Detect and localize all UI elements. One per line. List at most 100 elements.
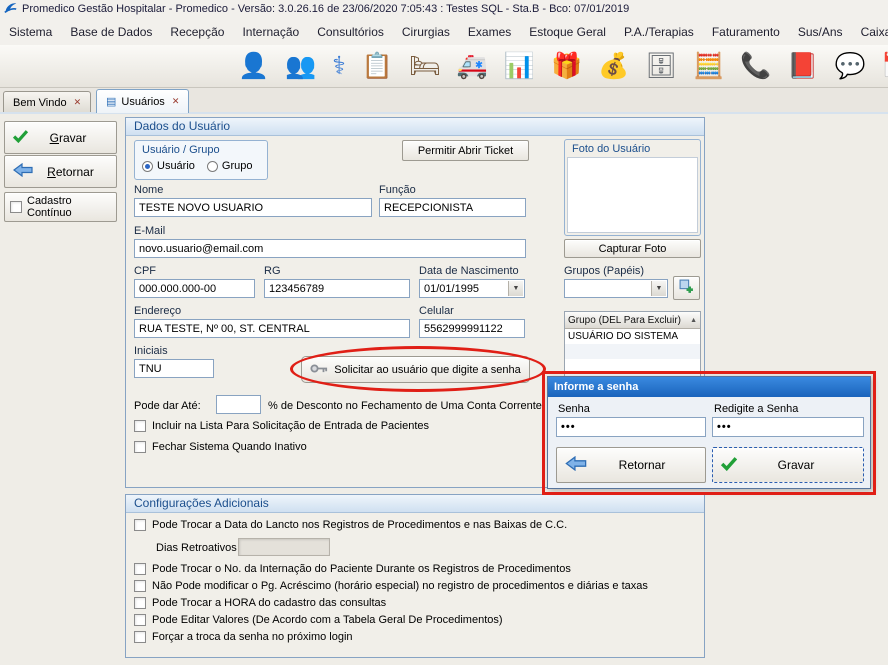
patients-icon[interactable]: 👤 [238, 54, 269, 79]
radio-usuario[interactable] [142, 161, 153, 172]
tab-usuarios[interactable]: ▤ Usuários ✕ [96, 89, 189, 113]
menu-item-consultorios[interactable]: Consultórios [308, 20, 393, 44]
grupo-list-header[interactable]: Grupo (DEL Para Excluir) ▲ [565, 312, 700, 329]
tab-close-icon[interactable]: ✕ [172, 96, 180, 107]
endereco-input[interactable]: RUA TESTE, Nº 00, ST. CENTRAL [134, 319, 410, 338]
check-incluir-lista[interactable]: Incluir na Lista Para Solicitação de Ent… [134, 420, 429, 432]
checkbox-icon[interactable] [134, 563, 146, 575]
iniciais-input[interactable]: TNU [134, 359, 214, 378]
menu-item-recepcao[interactable]: Recepção [161, 20, 233, 44]
senha-input[interactable]: ••• [556, 417, 706, 437]
menu-item-base-de-dados[interactable]: Base de Dados [61, 20, 161, 44]
menu-item-caixa[interactable]: Caixa [852, 20, 888, 44]
permitir-abrir-ticket-button[interactable]: Permitir Abrir Ticket [402, 140, 529, 161]
endereco-label: Endereço [134, 305, 181, 317]
checkbox-icon[interactable] [10, 201, 22, 213]
dialog-retornar-button[interactable]: Retornar [556, 447, 706, 483]
phone-icon[interactable]: 📞 [740, 54, 771, 79]
iniciais-label: Iniciais [134, 345, 168, 357]
cadastro-continuo-label: Cadastro Contínuo [27, 195, 111, 219]
grupo-list-empty-row [565, 344, 700, 359]
checkbox-icon[interactable] [134, 420, 146, 432]
checkbox-icon[interactable] [134, 580, 146, 592]
checkbox-icon[interactable] [134, 519, 146, 531]
gravar-button[interactable]: Gravar [4, 121, 117, 154]
menu-item-cirurgias[interactable]: Cirurgias [393, 20, 459, 44]
tab-close-icon[interactable]: ✕ [74, 97, 82, 108]
rg-input[interactable]: 123456789 [264, 279, 410, 298]
config-check-pode-editar-valores-de-acordo[interactable]: Pode Editar Valores (De Acordo com a Tab… [134, 614, 503, 626]
checkbox-label: Pode Trocar a Data do Lancto nos Registr… [152, 519, 567, 531]
radio-grupo[interactable] [207, 161, 218, 172]
solicitar-senha-button[interactable]: Solicitar ao usuário que digite a senha [301, 356, 530, 383]
menu-item-sus-ans[interactable]: Sus/Ans [789, 20, 852, 44]
celular-input[interactable]: 5562999991122 [419, 319, 525, 338]
checkbox-icon[interactable] [134, 631, 146, 643]
retornar-button[interactable]: Retornar [4, 155, 117, 188]
schedule-icon[interactable]: 📅 [882, 54, 888, 79]
capturar-foto-button[interactable]: Capturar Foto [564, 239, 701, 258]
grupo-list-item[interactable]: USUÁRIO DO SISTEMA [565, 329, 700, 344]
chevron-down-icon[interactable]: ▼ [651, 281, 666, 296]
nome-input[interactable]: TESTE NOVO USUARIO [134, 198, 372, 217]
dialog-gravar-button[interactable]: Gravar [712, 447, 864, 483]
funcao-input[interactable]: RECEPCIONISTA [379, 198, 526, 217]
config-check-pode-trocar-a-data-do[interactable]: Pode Trocar a Data do Lancto nos Registr… [134, 519, 567, 531]
menu-item-internacao[interactable]: Internação [233, 20, 308, 44]
groupbox-title: Foto do Usuário [565, 140, 700, 155]
redigite-senha-input[interactable]: ••• [712, 417, 864, 437]
book-icon[interactable]: 📕 [787, 54, 818, 79]
billing-icon[interactable]: 💰 [598, 54, 629, 79]
email-input[interactable]: novo.usuario@email.com [134, 239, 526, 258]
chart-icon[interactable]: 📊 [504, 54, 535, 79]
redigite-senha-label: Redigite a Senha [714, 403, 798, 415]
prescription-icon[interactable]: 📋 [362, 54, 393, 79]
gravar-accel: G [50, 131, 59, 145]
gravar-label: ravar [59, 131, 86, 145]
chat-icon[interactable]: 💬 [834, 54, 865, 79]
calculator-icon[interactable]: 🧮 [693, 54, 724, 79]
checkbox-label: Pode Trocar a HORA do cadastro das consu… [152, 597, 386, 609]
dialog-retornar-label: Retornar [587, 458, 697, 472]
safe-icon[interactable]: 🗄 [645, 54, 677, 79]
users-icon[interactable]: 👥 [285, 54, 316, 79]
config-check-forcar-a-troca-da-senha[interactable]: Forçar a troca da senha no próximo login [134, 631, 353, 643]
menu-item-p-a-terapias[interactable]: P.A./Terapias [615, 20, 703, 44]
menu-item-faturamento[interactable]: Faturamento [703, 20, 789, 44]
rg-label: RG [264, 265, 281, 277]
cadastro-continuo-toggle[interactable]: Cadastro Contínuo [4, 192, 117, 222]
grupo-list-empty-row [565, 359, 700, 374]
nascimento-combo[interactable]: 01/01/1995 ▼ [419, 279, 525, 298]
checkbox-label: Forçar a troca da senha no próximo login [152, 631, 353, 643]
supplies-icon[interactable]: 🎁 [551, 54, 582, 79]
radio-usuario-label: Usuário [157, 160, 195, 172]
grupos-papeis-combo[interactable]: ▼ [564, 279, 668, 298]
config-check-nao-pode-modificar-o-pg[interactable]: Não Pode modificar o Pg. Acréscimo (horá… [134, 580, 648, 592]
checkbox-icon[interactable] [134, 614, 146, 626]
arrow-left-icon [565, 456, 587, 474]
config-check-pode-trocar-o-no-da[interactable]: Pode Trocar o No. da Internação do Pacie… [134, 563, 571, 575]
retornar-label: etornar [56, 165, 94, 179]
menu-item-exames[interactable]: Exames [459, 20, 520, 44]
add-group-button[interactable] [673, 276, 700, 300]
title-bar: Promedico Gestão Hospitalar - Promedico … [0, 0, 888, 18]
checkbox-icon[interactable] [134, 441, 146, 453]
foto-preview [567, 157, 698, 233]
check-fechar-sistema[interactable]: Fechar Sistema Quando Inativo [134, 441, 307, 453]
cpf-input[interactable]: 000.000.000-00 [134, 279, 255, 298]
menu-item-sistema[interactable]: Sistema [0, 20, 61, 44]
tab-usuarios-label: Usuários [121, 96, 164, 108]
nascimento-label: Data de Nascimento [419, 265, 519, 277]
doctor-icon[interactable]: ⚕ [332, 54, 346, 79]
config-check-pode-trocar-a-hora-do[interactable]: Pode Trocar a HORA do cadastro das consu… [134, 597, 386, 609]
checkbox-icon[interactable] [134, 597, 146, 609]
check-icon [721, 457, 737, 474]
ambulance-icon[interactable]: 🚑 [457, 54, 488, 79]
tab-bem-vindo[interactable]: Bem Vindo ✕ [3, 91, 91, 113]
desconto-input[interactable] [216, 395, 261, 414]
bed-icon[interactable]: 🛏 [409, 54, 441, 79]
retornar-accel: R [47, 165, 56, 179]
chevron-down-icon[interactable]: ▼ [508, 281, 523, 296]
sort-asc-icon: ▲ [690, 317, 697, 324]
menu-item-estoque-geral[interactable]: Estoque Geral [520, 20, 615, 44]
